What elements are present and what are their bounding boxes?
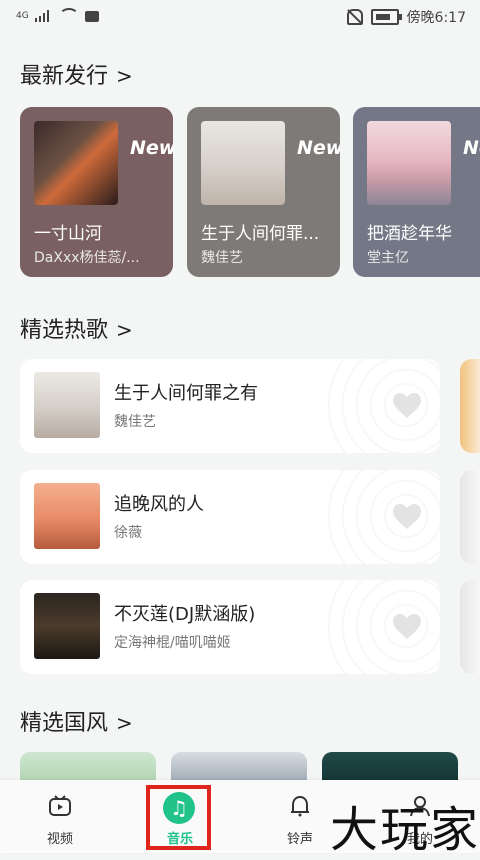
chevron-right-icon: > [116,318,133,342]
album-cover [34,121,118,205]
album-cover [201,121,285,205]
song-artist: 魏佳艺 [114,414,156,430]
release-card-1[interactable]: New 一寸山河 DaXxx杨佳蕊/... [20,107,173,277]
new-releases-header[interactable]: 最新发行 > [20,58,133,90]
nav-video[interactable]: 视频 [10,780,110,853]
new-badge: New [297,137,340,159]
release-title: 生于人间何罪... [201,224,320,244]
status-bar: 4G 傍晚6:17 [0,0,480,34]
release-artist: 堂主亿 [367,250,409,266]
new-releases-title: 最新发行 [20,64,109,89]
song-cover [34,372,100,438]
hot-songs-header[interactable]: 精选热歌 > [20,312,133,344]
guofeng-header[interactable]: 精选国风 > [20,705,133,737]
next-card-edge [460,470,480,564]
guofeng-title: 精选国风 [20,711,109,736]
bell-icon [291,795,309,817]
watermark: 大玩家 [330,802,480,858]
clock: 傍晚6:17 [406,10,466,26]
song-cover [34,593,100,659]
heart-icon[interactable] [392,613,422,640]
highlight-box [146,785,211,850]
release-card-3[interactable]: New 把酒趁年华 堂主亿 [353,107,480,277]
video-icon [49,795,71,816]
chevron-right-icon: > [116,64,133,88]
song-title: 生于人间何罪之有 [114,383,258,404]
song-card-1[interactable]: 生于人间何罪之有 魏佳艺 [20,359,440,453]
nav-video-label: 视频 [46,832,73,847]
message-icon [84,10,99,22]
release-artist: DaXxx杨佳蕊/... [34,250,140,266]
song-title: 追晚风的人 [114,494,204,515]
release-artist: 魏佳艺 [201,250,243,266]
song-artist: 徐薇 [114,525,142,541]
heart-icon[interactable] [392,503,422,530]
release-title: 把酒趁年华 [367,224,452,244]
release-title: 一寸山河 [34,224,102,244]
song-card-2[interactable]: 追晚风的人 徐薇 [20,470,440,564]
next-card-edge [460,359,480,453]
network-type: 4G [16,11,29,21]
song-artist: 定海神棍/喵叽喵姬 [114,635,231,651]
wifi-icon [58,8,79,24]
chevron-right-icon: > [116,711,133,735]
mute-icon [346,9,363,25]
signal-icon [34,10,53,22]
song-title: 不灭莲(DJ默涵版) [114,604,256,625]
release-card-2[interactable]: New 生于人间何罪... 魏佳艺 [187,107,340,277]
song-card-3[interactable]: 不灭莲(DJ默涵版) 定海神棍/喵叽喵姬 [20,580,440,674]
album-cover [367,121,451,205]
hot-songs-title: 精选热歌 [20,318,109,343]
song-cover [34,483,100,549]
next-card-edge [460,580,480,674]
heart-icon[interactable] [392,392,422,419]
new-badge: New [463,137,480,159]
battery-icon [370,9,402,25]
new-badge: New [130,137,173,159]
